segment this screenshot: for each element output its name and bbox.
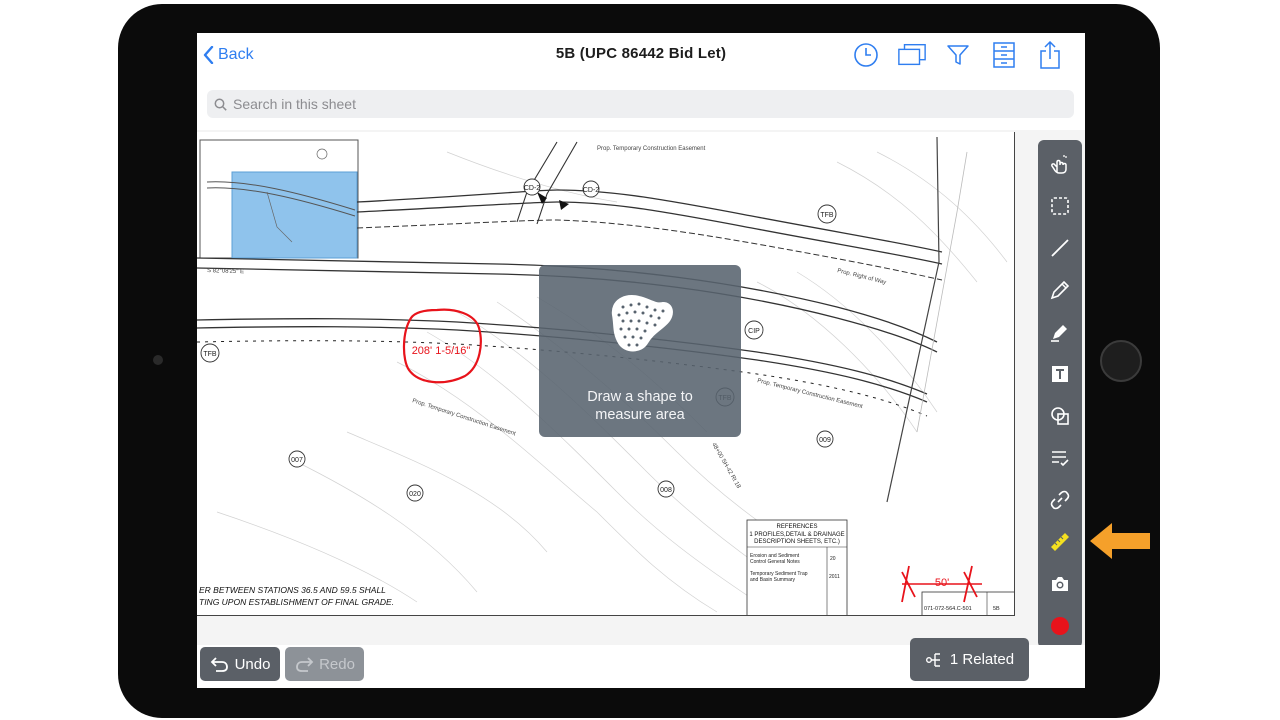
drawing-area[interactable]: TFB TFB CD-2 CD-2 CIP TFB 007 020 008 00… [197,130,1085,645]
checklist-icon[interactable] [1046,444,1074,472]
front-camera [153,355,163,365]
svg-text:S 82°08'25" E: S 82°08'25" E [207,268,244,275]
svg-text:Prop. Right of Way: Prop. Right of Way [837,268,887,286]
camera-icon[interactable] [1046,570,1074,598]
svg-text:Prop. Temporary Construction E: Prop. Temporary Construction Easement [597,146,706,152]
svg-text:5B: 5B [993,606,1000,612]
svg-text:2011: 2011 [829,574,840,580]
svg-text:TING UPON ESTABLISHMENT OF FIN: TING UPON ESTABLISHMENT OF FINAL GRADE. [199,597,394,607]
line-icon[interactable] [1046,234,1074,262]
overlay-text: Draw a shape to measure area [539,388,741,424]
svg-text:Prop. Temporary Construction E: Prop. Temporary Construction Easement [411,398,516,437]
pointer-arrow-icon [1090,523,1150,559]
search-icon [214,98,227,111]
svg-text:009: 009 [819,437,831,444]
svg-text:DESCRIPTION SHEETS, ETC.): DESCRIPTION SHEETS, ETC.) [754,539,840,545]
overlay-line-1: Draw a shape to [587,389,693,405]
search-input[interactable] [233,96,1033,112]
measurement-label[interactable]: 208' 1-5/16" [412,345,471,357]
hierarchy-icon [925,652,940,667]
highlighter-icon[interactable] [1046,318,1074,346]
svg-text:071-072-564.C-501: 071-072-564.C-501 [924,606,972,612]
svg-text:TFB: TFB [820,212,834,219]
navigation-bar: Back 5B (UPC 86442 Bid Let) [197,33,1085,78]
shapes-icon[interactable] [1046,402,1074,430]
overlay-line-2: measure area [595,407,685,423]
svg-text:ER BETWEEN STATIONS 36.5 AND 5: ER BETWEEN STATIONS 36.5 AND 59.5 SHALL [199,585,386,595]
svg-text:and Basin Summary: and Basin Summary [750,577,796,583]
markup-toolbar [1038,140,1082,648]
svg-text:Prop. Temporary Construction E: Prop. Temporary Construction Easement [757,378,864,410]
svg-text:1 PROFILES,DETAIL & DRAINAGE: 1 PROFILES,DETAIL & DRAINAGE [749,532,844,538]
measure-ruler-icon[interactable] [1046,528,1074,556]
bottom-bar: Undo Redo 1 Related [197,638,1085,688]
svg-text:020: 020 [409,491,421,498]
scale-label[interactable]: 50' [935,577,949,589]
svg-text:20: 20 [830,556,836,562]
undo-button[interactable]: Undo [200,647,280,681]
color-dot-icon[interactable] [1046,612,1074,640]
svg-text:CD-2: CD-2 [583,187,599,194]
undo-icon [210,657,228,672]
svg-text:48+00 SH-42 Rt 18: 48+00 SH-42 Rt 18 [710,442,741,490]
related-button[interactable]: 1 Related [910,638,1029,681]
filter-icon[interactable] [943,41,973,69]
sheets-icon[interactable] [897,41,927,69]
redo-button[interactable]: Redo [285,647,364,681]
text-icon[interactable] [1046,360,1074,388]
undo-label: Undo [234,655,271,673]
redo-label: Redo [319,655,355,673]
svg-text:TFB: TFB [203,351,217,358]
svg-text:CD-2: CD-2 [524,185,540,192]
measure-area-overlay: Draw a shape to measure area [539,265,741,437]
svg-text:CIP: CIP [748,328,760,335]
area-shape-icon [611,295,673,352]
lasso-select-icon[interactable] [1046,192,1074,220]
redo-icon [296,657,314,672]
pen-icon[interactable] [1046,276,1074,304]
link-icon[interactable] [1046,486,1074,514]
cabinet-icon[interactable] [989,41,1019,69]
home-button[interactable] [1100,340,1142,382]
clock-icon[interactable] [851,41,881,69]
select-hand-icon[interactable] [1046,150,1074,178]
svg-text:008: 008 [660,487,672,494]
related-label: 1 Related [949,651,1015,668]
svg-text:Control General Notes: Control General Notes [750,559,800,565]
share-icon[interactable] [1035,41,1065,69]
screen: Back 5B (UPC 86442 Bid Let) Search in th… [197,33,1085,688]
svg-text:007: 007 [291,457,303,464]
search-bar [207,90,1074,118]
svg-text:REFERENCES: REFERENCES [776,524,817,530]
nav-icon-group [851,41,1065,69]
app-stage: Back 5B (UPC 86442 Bid Let) Search in th… [0,0,1280,720]
